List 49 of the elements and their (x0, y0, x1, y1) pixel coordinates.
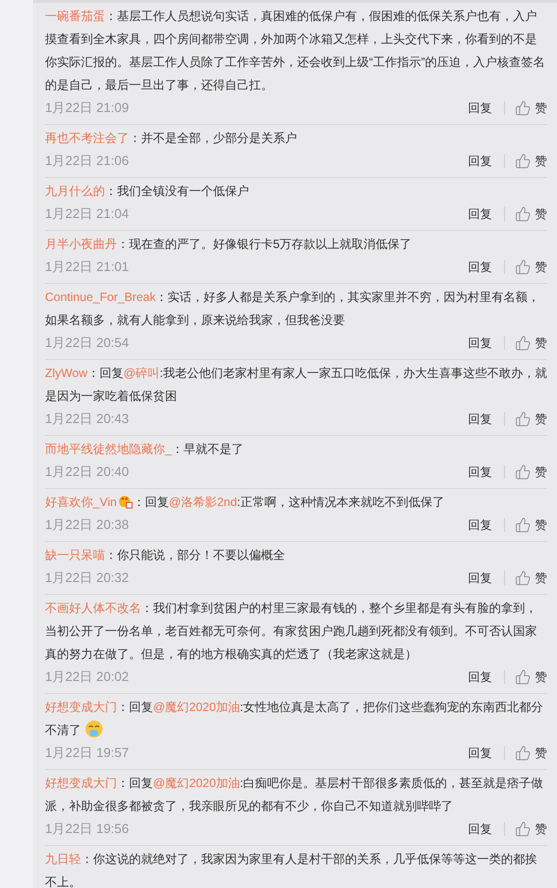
reply-link[interactable]: 回复 (468, 668, 492, 686)
comment-text: 九日轻：你这说的就绝对了，我家因为家里有人是村干部的关系，几乎低保等等这一类的都挨不上。 (45, 851, 538, 888)
comment-time: 1月22日 21:04 (45, 205, 130, 223)
comment-time: 1月22日 20:02 (45, 668, 130, 686)
comment-text: 而地平线徒然地隐藏你_：早就不是了 (45, 441, 245, 458)
reply-link[interactable]: 回复 (468, 820, 492, 838)
like-button[interactable]: 赞 (515, 258, 547, 276)
comment-text: 好想变成大门：回复@魔幻2020加油:白痴吧你是。基层村干部很多素质低的，甚至就是痞子做派，补助金很多都被贪了，我亲眼所见的都有不少，你自己不知道就别哔哔了 (45, 775, 544, 815)
comment-text: 好想变成大门：回复@魔幻2020加油:女性地位真是太高了，把你们这些蠢狗宠的东南西北都分不清了 (45, 699, 544, 740)
like-button[interactable]: 赞 (515, 744, 547, 762)
like-button[interactable]: 赞 (515, 820, 547, 838)
comment-text: 九月什么的：我们全镇没有一个低保户 (45, 183, 250, 200)
like-button[interactable]: 赞 (515, 206, 547, 222)
reply-link[interactable]: 回复 (468, 410, 492, 428)
reply-link[interactable]: 回复 (468, 516, 492, 534)
reply-link[interactable]: 回复 (468, 464, 492, 480)
comment-time: 1月22日 19:57 (45, 744, 130, 762)
reply-link[interactable]: 回复 (468, 258, 492, 276)
like-button[interactable]: 赞 (515, 668, 547, 686)
reply-link[interactable]: 回复 (468, 744, 492, 762)
reply-link[interactable]: 回复 (468, 570, 492, 586)
comment-time: 1月22日 21:06 (45, 152, 130, 170)
like-button[interactable]: 赞 (515, 464, 547, 480)
reply-link[interactable]: 回复 (468, 334, 492, 352)
comment-time: 1月22日 20:38 (45, 516, 130, 534)
comment-text: ZlyWow：回复@碎叫:我老公他们老家村里有家人一家五口吃低保，办大生喜事这些不敢办，就是因为一家吃着低保贫困 (45, 365, 547, 405)
comment-time: 1月22日 20:40 (45, 463, 130, 481)
like-button[interactable]: 赞 (515, 152, 547, 170)
comment-text: 缺一只呆喵：你只能说，部分！不要以偏概全 (45, 547, 286, 564)
reply-link[interactable]: 回复 (468, 206, 492, 222)
comment-text: 不画好人体不改名：我们村拿到贫困户的村里三家最有钱的，整个乡里都是有头有脸的拿到，当初公开了一份名单，老百姓都无可奈何。有家贫困户跑几趟到死都没有领到。不可否认国家真的努力在做了。但是，有的地方根确实真的烂透了（我老家这就是） (45, 600, 538, 663)
like-button[interactable]: 赞 (515, 334, 547, 352)
comment-time: 1月22日 20:54 (45, 334, 130, 352)
comment-text: 一碗番茄蛋：基层工作人员想说句实话，真困难的低保户有，假困难的低保关系户也有，入户摸查看到全木家具，四个房间都带空调，外加两个冰箱又怎样，上头交代下来，你看到的不是你实际汇报的。基层工作人员除了工作辛苦外，还会收到上级“工作指示”的压迫，入户核查签名的是自己，最后一旦出了事，还得自己扛。 (45, 8, 546, 94)
comment-text: Continue_For_Break：实话，好多人都是关系户拿到的，其实家里并不穷，因为村里有名额，如果名额多，就有人能拿到，原来说给我家，但我爸没要 (45, 289, 541, 329)
comment-time: 1月22日 20:43 (45, 410, 130, 428)
comment-text: 再也不考注会了：并不是全部，少部分是关系户 (45, 130, 298, 147)
reply-link[interactable]: 回复 (468, 152, 492, 170)
comment-text: 月半小夜曲丹：现在查的严了。好像银行卡5万存款以上就取消低保了 (45, 236, 413, 253)
like-button[interactable]: 赞 (515, 100, 547, 116)
like-button[interactable]: 赞 (515, 570, 547, 586)
comment-time: 1月22日 19:56 (45, 820, 130, 838)
like-button[interactable]: 赞 (515, 516, 547, 534)
comment-time: 1月22日 21:01 (45, 258, 130, 276)
comment-text: 好喜欢你_Vin ：回复@洛希影2nd:正常啊，这种情况本来就吃不到低保了 (45, 493, 446, 511)
like-button[interactable]: 赞 (515, 410, 547, 428)
comment-time: 1月22日 21:09 (45, 99, 130, 117)
reply-link[interactable]: 回复 (468, 100, 492, 116)
comment-time: 1月22日 20:32 (45, 569, 130, 587)
